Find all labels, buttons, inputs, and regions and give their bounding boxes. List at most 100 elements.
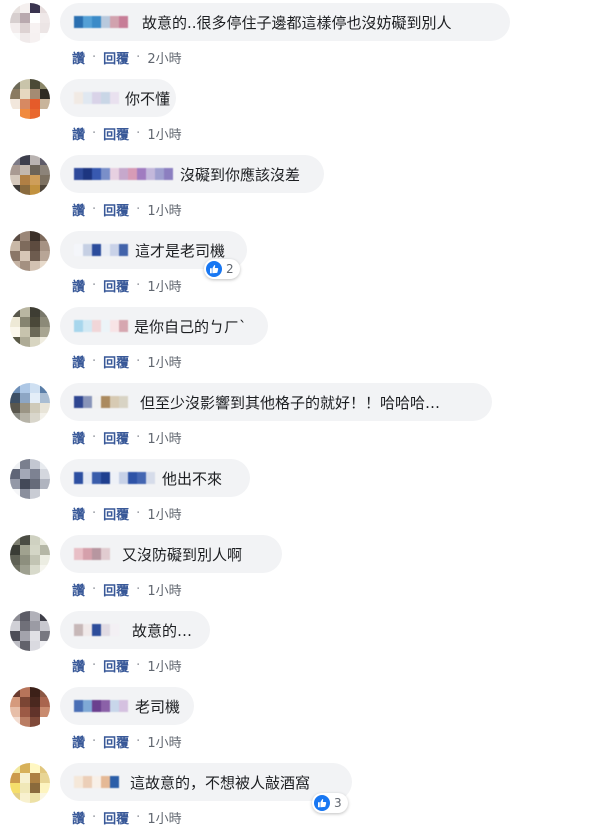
reply-link[interactable]: 回覆 — [103, 580, 129, 599]
commenter-name-redacted[interactable] — [74, 623, 126, 637]
avatar-pixel — [40, 413, 50, 423]
reply-link[interactable]: 回覆 — [103, 428, 129, 447]
commenter-name-redacted[interactable] — [74, 395, 134, 409]
redaction-block — [74, 776, 83, 788]
like-link[interactable]: 讚 — [72, 276, 85, 295]
reaction-count-badge[interactable]: 2 — [204, 259, 240, 279]
commenter-name-redacted[interactable] — [74, 15, 136, 29]
redaction-block — [110, 700, 119, 712]
avatar[interactable] — [10, 763, 50, 803]
timestamp[interactable]: 1小時 — [147, 504, 181, 523]
avatar-pixel — [30, 23, 40, 33]
like-link[interactable]: 讚 — [72, 808, 85, 827]
avatar-pixel — [20, 611, 30, 621]
avatar-pixel — [20, 317, 30, 327]
like-link[interactable]: 讚 — [72, 656, 85, 675]
commenter-name-redacted[interactable] — [74, 319, 128, 333]
avatar-pixel — [40, 479, 50, 489]
timestamp[interactable]: 1小時 — [147, 732, 181, 751]
avatar-pixel — [10, 403, 20, 413]
avatar-pixel — [30, 165, 40, 175]
avatar[interactable] — [10, 611, 50, 651]
avatar-pixel — [20, 109, 30, 119]
timestamp[interactable]: 1小時 — [147, 200, 181, 219]
reply-link[interactable]: 回覆 — [103, 808, 129, 827]
comment: 沒礙到你應該沒差讚 · 回覆 · 1小時 — [0, 155, 616, 231]
reply-link[interactable]: 回覆 — [103, 200, 129, 219]
like-link[interactable]: 讚 — [72, 200, 85, 219]
timestamp[interactable]: 1小時 — [147, 656, 181, 675]
avatar-pixel — [30, 231, 40, 241]
like-link[interactable]: 讚 — [72, 124, 85, 143]
avatar-pixel — [30, 79, 40, 89]
like-link[interactable]: 讚 — [72, 428, 85, 447]
redaction-block — [110, 396, 119, 408]
avatar[interactable] — [10, 155, 50, 195]
like-link[interactable]: 讚 — [72, 48, 85, 67]
avatar[interactable] — [10, 687, 50, 727]
avatar-pixel — [10, 763, 20, 773]
comment-bubble: 是你自己的ㄅㄏˋ — [60, 307, 268, 345]
commenter-name-redacted[interactable] — [74, 243, 129, 257]
redaction-block — [92, 396, 101, 408]
like-link[interactable]: 讚 — [72, 352, 85, 371]
avatar-pixel — [20, 337, 30, 347]
avatar[interactable] — [10, 231, 50, 271]
avatar-pixel — [20, 99, 30, 109]
avatar[interactable] — [10, 3, 50, 43]
avatar-pixel — [40, 231, 50, 241]
timestamp[interactable]: 1小時 — [147, 808, 181, 827]
avatar-pixel — [30, 251, 40, 261]
timestamp[interactable]: 2小時 — [147, 48, 181, 67]
timestamp[interactable]: 1小時 — [147, 352, 181, 371]
like-link[interactable]: 讚 — [72, 732, 85, 751]
avatar-pixel — [30, 697, 40, 707]
commenter-name-redacted[interactable] — [74, 167, 174, 181]
commenter-name-redacted[interactable] — [74, 775, 124, 789]
redaction-block — [164, 168, 173, 180]
redaction-block — [110, 472, 119, 484]
like-link[interactable]: 讚 — [72, 504, 85, 523]
avatar-pixel — [10, 545, 20, 555]
comment-actions: 讚 · 回覆 · 1小時 — [72, 428, 182, 447]
avatar-pixel — [30, 109, 40, 119]
like-link[interactable]: 讚 — [72, 580, 85, 599]
timestamp[interactable]: 1小時 — [147, 276, 181, 295]
avatar[interactable] — [10, 383, 50, 423]
commenter-name-redacted[interactable] — [74, 91, 119, 105]
avatar[interactable] — [10, 535, 50, 575]
avatar[interactable] — [10, 307, 50, 347]
comment: 他出不來讚 · 回覆 · 1小時 — [0, 459, 616, 535]
avatar-pixel — [10, 165, 20, 175]
avatar[interactable] — [10, 459, 50, 499]
reaction-count-badge[interactable]: 3 — [312, 793, 348, 813]
redaction-block — [83, 168, 92, 180]
redaction-block — [101, 396, 110, 408]
avatar-pixel — [40, 79, 50, 89]
reply-link[interactable]: 回覆 — [103, 48, 129, 67]
commenter-name-redacted[interactable] — [74, 547, 116, 561]
redaction-block — [101, 92, 110, 104]
reply-link[interactable]: 回覆 — [103, 124, 129, 143]
reply-link[interactable]: 回覆 — [103, 504, 129, 523]
redaction-block — [92, 16, 101, 28]
avatar-pixel — [20, 793, 30, 803]
avatar-pixel — [10, 261, 20, 271]
timestamp[interactable]: 1小時 — [147, 580, 181, 599]
avatar-pixel — [10, 489, 20, 499]
reply-link[interactable]: 回覆 — [103, 656, 129, 675]
timestamp[interactable]: 1小時 — [147, 124, 181, 143]
comment-actions: 讚 · 回覆 · 1小時 — [72, 200, 182, 219]
separator: · — [92, 734, 97, 749]
avatar-pixel — [40, 403, 50, 413]
avatar-pixel — [30, 687, 40, 697]
avatar[interactable] — [10, 79, 50, 119]
reply-link[interactable]: 回覆 — [103, 732, 129, 751]
timestamp[interactable]: 1小時 — [147, 428, 181, 447]
commenter-name-redacted[interactable] — [74, 471, 156, 485]
commenter-name-redacted[interactable] — [74, 699, 129, 713]
reply-link[interactable]: 回覆 — [103, 276, 129, 295]
avatar-pixel — [30, 337, 40, 347]
avatar-pixel — [10, 773, 20, 783]
reply-link[interactable]: 回覆 — [103, 352, 129, 371]
